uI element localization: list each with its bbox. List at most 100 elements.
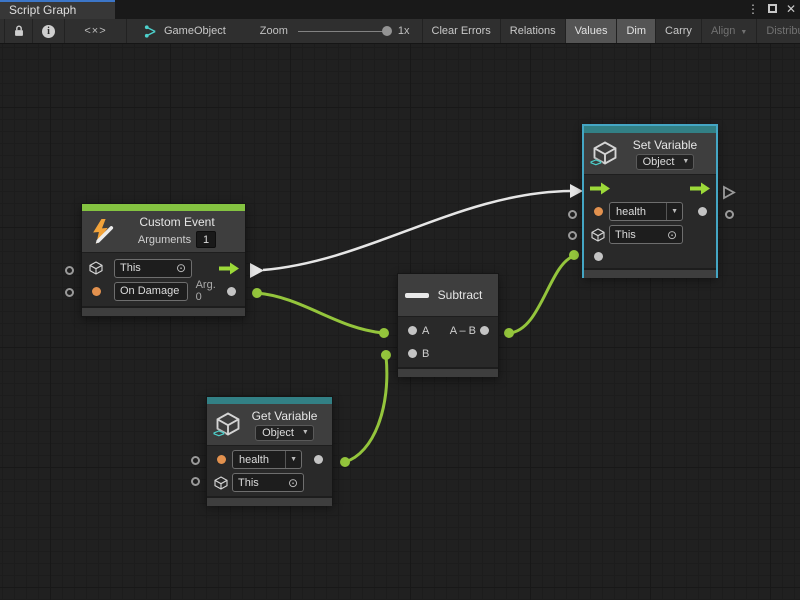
- tab-title: Script Graph: [9, 3, 76, 17]
- titlebar: Script Graph ⋮ ✕: [0, 0, 800, 19]
- window-close-icon[interactable]: ✕: [786, 0, 796, 19]
- variable-scope-dropdown[interactable]: Object ▼: [636, 154, 695, 170]
- node-subtract[interactable]: Subtract A A – B B: [397, 273, 499, 377]
- graph-toolbar: i <×> GameObject Zoom 1x Clear Errors Re…: [0, 19, 800, 44]
- window-menu-icon[interactable]: ⋮: [747, 0, 759, 19]
- zoom-control: Zoom 1x: [260, 19, 410, 43]
- flow-output-hollow-triangle[interactable]: [722, 185, 736, 200]
- dropdown-caret-icon: ▼: [740, 29, 747, 36]
- value-output-port[interactable]: [314, 455, 323, 464]
- object-picker-icon[interactable]: ⊙: [288, 477, 298, 489]
- window-maximize-icon[interactable]: [768, 0, 777, 19]
- node-footer: [398, 367, 498, 377]
- code-view-button[interactable]: <×>: [65, 19, 127, 43]
- relations-button[interactable]: Relations: [501, 19, 566, 43]
- variable-color-bar: [584, 126, 716, 133]
- variable-name-port[interactable]: [594, 207, 603, 216]
- output-port-hollow[interactable]: [725, 210, 734, 219]
- value-output-port[interactable]: [698, 207, 707, 216]
- distribute-dropdown[interactable]: Distribute ▼: [757, 19, 800, 43]
- custom-event-icon: [89, 218, 116, 245]
- target-row: This ⊙: [207, 471, 332, 494]
- zoom-value: 1x: [398, 25, 410, 37]
- lock-button[interactable]: [5, 19, 33, 43]
- object-picker-icon[interactable]: ⊙: [176, 262, 186, 274]
- output-label: A – B: [450, 325, 476, 337]
- event-row: On Damage Arg. 0: [82, 280, 245, 303]
- info-icon: i: [42, 25, 55, 38]
- arg-output-port[interactable]: [227, 287, 236, 296]
- variable-scope-dropdown[interactable]: Object ▼: [255, 425, 314, 441]
- info-button[interactable]: i: [33, 19, 65, 43]
- value-input-row: [584, 246, 716, 266]
- node-get-variable[interactable]: <> Get Variable Object ▼ health ▼: [206, 396, 333, 505]
- target-field[interactable]: This ⊙: [232, 473, 304, 492]
- variable-name-dropdown[interactable]: health ▼: [232, 450, 302, 469]
- graph-target[interactable]: GameObject: [143, 19, 226, 43]
- lock-icon: [12, 24, 26, 38]
- input-a-row: A A – B: [398, 319, 498, 342]
- zoom-slider-handle[interactable]: [382, 26, 392, 36]
- input-port-hollow[interactable]: [568, 231, 577, 240]
- values-toggle[interactable]: Values: [566, 19, 618, 43]
- dropdown-caret-icon: ▼: [666, 203, 682, 220]
- dropdown-caret-icon: ▼: [285, 451, 301, 468]
- subtract-icon: [405, 293, 429, 298]
- dropdown-caret-icon: ▼: [300, 426, 313, 440]
- target-label: GameObject: [164, 25, 226, 37]
- flow-output-arrow[interactable]: [690, 182, 710, 195]
- input-b-port[interactable]: [408, 349, 417, 358]
- custom-event-header[interactable]: Custom Event Arguments 1: [82, 211, 245, 253]
- input-port-hollow[interactable]: [65, 266, 74, 275]
- arguments-label: Arguments: [138, 234, 191, 246]
- event-name-field[interactable]: On Damage: [114, 282, 188, 301]
- input-b-label: B: [422, 348, 429, 360]
- node-footer: [82, 306, 245, 316]
- window-controls: ⋮ ✕: [747, 0, 796, 19]
- flow-row: [584, 177, 716, 200]
- output-port[interactable]: [480, 326, 489, 335]
- event-color-bar: [82, 204, 245, 211]
- input-a-port[interactable]: [408, 326, 417, 335]
- target-field[interactable]: This ⊙: [609, 225, 683, 244]
- flow-input-arrow[interactable]: [590, 182, 610, 195]
- value-input-port[interactable]: [594, 252, 603, 261]
- dropdown-caret-icon: ▼: [680, 155, 693, 169]
- dim-toggle[interactable]: Dim: [617, 19, 656, 43]
- subtract-header[interactable]: Subtract: [398, 274, 498, 317]
- clear-errors-button[interactable]: Clear Errors: [423, 19, 501, 43]
- zoom-slider-track: [298, 31, 390, 32]
- zoom-slider[interactable]: [298, 26, 390, 36]
- arg-output-label: Arg. 0: [196, 279, 223, 303]
- target-row: This ⊙: [584, 223, 716, 246]
- object-picker-icon[interactable]: ⊙: [667, 229, 677, 241]
- cube-icon: [213, 475, 229, 491]
- zoom-label: Zoom: [260, 25, 288, 37]
- get-variable-header[interactable]: <> Get Variable Object ▼: [207, 404, 332, 446]
- variable-name-port[interactable]: [217, 455, 226, 464]
- node-title: Custom Event: [139, 215, 214, 229]
- input-port-hollow[interactable]: [568, 210, 577, 219]
- variable-name-dropdown[interactable]: health ▼: [609, 202, 683, 221]
- carry-toggle[interactable]: Carry: [656, 19, 702, 43]
- set-variable-header[interactable]: <> Set Variable Object ▼: [584, 133, 716, 175]
- input-port-hollow[interactable]: [65, 288, 74, 297]
- tab-script-graph[interactable]: Script Graph: [0, 0, 115, 19]
- event-target-port[interactable]: [92, 287, 101, 296]
- unity-script-graph-window: Script Graph ⋮ ✕ i <×>: [0, 0, 800, 600]
- node-custom-event[interactable]: Custom Event Arguments 1 This ⊙: [81, 203, 246, 317]
- flow-output-arrow[interactable]: [219, 262, 239, 275]
- node-title: Get Variable: [252, 409, 318, 423]
- variable-name-row: health ▼: [207, 448, 332, 471]
- target-field[interactable]: This ⊙: [114, 259, 192, 278]
- node-set-variable[interactable]: <> Set Variable Object ▼: [583, 125, 717, 277]
- variable-icon: <>: [591, 139, 621, 169]
- input-port-hollow[interactable]: [191, 456, 200, 465]
- align-dropdown[interactable]: Align ▼: [702, 19, 757, 43]
- arguments-input[interactable]: 1: [196, 231, 216, 248]
- node-title: Subtract: [438, 288, 483, 302]
- input-b-row: B: [398, 342, 498, 365]
- node-footer: [207, 496, 332, 506]
- input-port-hollow[interactable]: [191, 477, 200, 486]
- node-footer: [584, 268, 716, 278]
